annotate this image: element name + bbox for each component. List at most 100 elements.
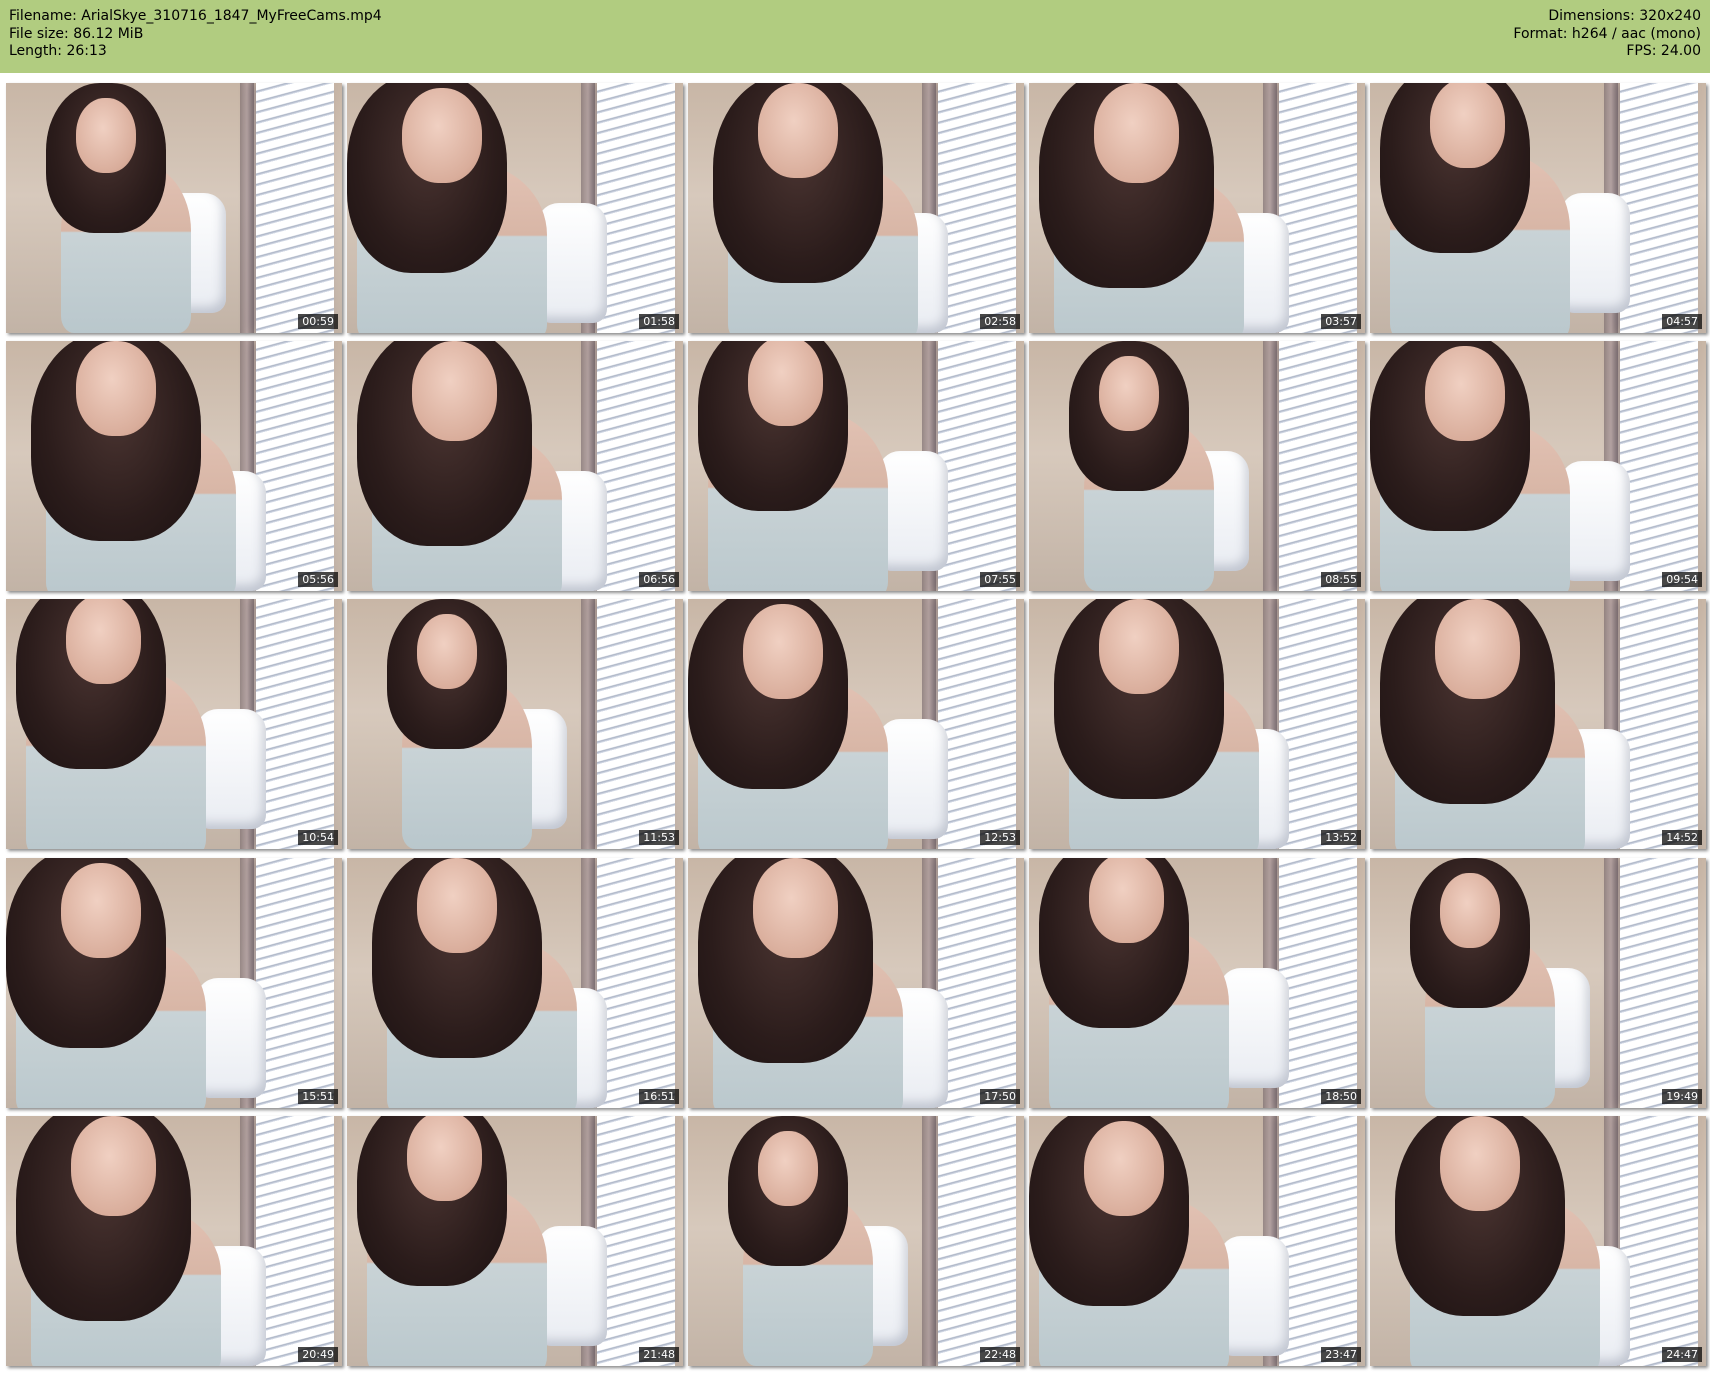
thumbnail-image (347, 83, 683, 333)
window-blinds-graphic (938, 83, 1016, 333)
thumbnail-timestamp: 07:55 (980, 572, 1020, 587)
thumbnail-timestamp: 03:57 (1321, 314, 1361, 329)
window-blinds-graphic (1279, 341, 1357, 591)
window-blinds-graphic (1620, 599, 1698, 849)
thumbnail-image (688, 1116, 1024, 1366)
thumbnail-timestamp: 18:50 (1321, 1089, 1361, 1104)
window-blinds-graphic (1279, 858, 1357, 1108)
thumbnail-image (6, 599, 342, 849)
thumbnail-timestamp: 10:54 (298, 830, 338, 845)
video-thumbnail: 15:51 (6, 858, 342, 1108)
video-thumbnail: 07:55 (688, 341, 1024, 591)
video-thumbnail: 01:58 (347, 83, 683, 333)
thumbnail-timestamp: 09:54 (1662, 572, 1702, 587)
thumbnail-timestamp: 05:56 (298, 572, 338, 587)
window-blinds-graphic (256, 599, 334, 849)
dimensions-text: Dimensions: 320x240 (1548, 8, 1701, 24)
window-blinds-graphic (938, 1116, 1016, 1366)
thumbnail-timestamp: 13:52 (1321, 830, 1361, 845)
window-blinds-graphic (597, 1116, 675, 1366)
thumbnail-timestamp: 11:53 (639, 830, 679, 845)
thumbnail-timestamp: 21:48 (639, 1347, 679, 1362)
thumbnail-timestamp: 15:51 (298, 1089, 338, 1104)
video-thumbnail: 04:57 (1370, 83, 1706, 333)
window-blinds-graphic (597, 83, 675, 333)
window-blinds-graphic (256, 341, 334, 591)
thumbnail-timestamp: 06:56 (639, 572, 679, 587)
thumbnail-grid: 00:59 01:58 02:58 03:57 04:57 05:56 06:56 07:55… (0, 73, 1710, 1373)
video-thumbnail: 16:51 (347, 858, 683, 1108)
video-thumbnail: 13:52 (1029, 599, 1365, 849)
video-thumbnail: 08:55 (1029, 341, 1365, 591)
thumbnail-image (347, 858, 683, 1108)
filename-text: Filename: ArialSkye_310716_1847_MyFreeCa… (9, 8, 382, 24)
thumbnail-timestamp: 02:58 (980, 314, 1020, 329)
thumbnail-image (6, 341, 342, 591)
video-thumbnail: 19:49 (1370, 858, 1706, 1108)
thumbnail-timestamp: 22:48 (980, 1347, 1020, 1362)
window-blinds-graphic (597, 341, 675, 591)
video-thumbnail: 18:50 (1029, 858, 1365, 1108)
thumbnail-image (688, 858, 1024, 1108)
filesize-text: File size: 86.12 MiB (9, 25, 144, 42)
window-blinds-graphic (1279, 599, 1357, 849)
fps-text: FPS: 24.00 (1626, 43, 1701, 59)
thumbnail-timestamp: 01:58 (639, 314, 679, 329)
thumbnail-timestamp: 16:51 (639, 1089, 679, 1104)
thumbnail-image (347, 599, 683, 849)
thumbnail-image (688, 599, 1024, 849)
thumbnail-timestamp: 00:59 (298, 314, 338, 329)
video-thumbnail: 14:52 (1370, 599, 1706, 849)
video-thumbnail: 10:54 (6, 599, 342, 849)
thumbnail-image (1370, 599, 1706, 849)
video-thumbnail: 23:47 (1029, 1116, 1365, 1366)
window-blinds-graphic (1620, 858, 1698, 1108)
thumbnail-image (1029, 83, 1365, 333)
thumbnail-timestamp: 24:47 (1662, 1347, 1702, 1362)
video-thumbnail: 05:56 (6, 341, 342, 591)
file-info-right: Dimensions: 320x240 Format: h264 / aac (… (1513, 8, 1701, 61)
file-info-left: Filename: ArialSkye_310716_1847_MyFreeCa… (9, 8, 382, 61)
thumbnail-image (6, 858, 342, 1108)
video-thumbnail: 17:50 (688, 858, 1024, 1108)
thumbnail-image (688, 83, 1024, 333)
video-thumbnail: 00:59 (6, 83, 342, 333)
format-text: Format: h264 / aac (mono) (1513, 25, 1701, 42)
video-thumbnail: 03:57 (1029, 83, 1365, 333)
thumbnail-timestamp: 20:49 (298, 1347, 338, 1362)
video-thumbnail: 22:48 (688, 1116, 1024, 1366)
video-thumbnail: 02:58 (688, 83, 1024, 333)
thumbnail-image (6, 1116, 342, 1366)
thumbnail-timestamp: 17:50 (980, 1089, 1020, 1104)
window-blinds-graphic (1279, 83, 1357, 333)
thumbnail-timestamp: 04:57 (1662, 314, 1702, 329)
video-thumbnail: 11:53 (347, 599, 683, 849)
video-thumbnail: 12:53 (688, 599, 1024, 849)
thumbnail-image (1370, 341, 1706, 591)
window-blinds-graphic (597, 858, 675, 1108)
window-blinds-graphic (938, 599, 1016, 849)
window-blinds-graphic (256, 1116, 334, 1366)
video-thumbnail: 20:49 (6, 1116, 342, 1366)
window-blinds-graphic (597, 599, 675, 849)
window-blinds-graphic (1620, 83, 1698, 333)
thumbnail-image (1029, 341, 1365, 591)
video-thumbnail: 09:54 (1370, 341, 1706, 591)
window-blinds-graphic (256, 858, 334, 1108)
thumbnail-image (347, 341, 683, 591)
thumbnail-image (1370, 83, 1706, 333)
window-blinds-graphic (256, 83, 334, 333)
length-text: Length: 26:13 (9, 43, 107, 59)
window-blinds-graphic (1620, 1116, 1698, 1366)
thumbnail-image (1370, 1116, 1706, 1366)
thumbnail-image (347, 1116, 683, 1366)
window-blinds-graphic (1279, 1116, 1357, 1366)
thumbnail-image (1029, 599, 1365, 849)
video-thumbnail: 21:48 (347, 1116, 683, 1366)
thumbnail-image (688, 341, 1024, 591)
thumbnail-timestamp: 14:52 (1662, 830, 1702, 845)
video-thumbnail: 06:56 (347, 341, 683, 591)
video-thumbnail: 24:47 (1370, 1116, 1706, 1366)
thumbnail-timestamp: 08:55 (1321, 572, 1361, 587)
window-blinds-graphic (938, 858, 1016, 1108)
